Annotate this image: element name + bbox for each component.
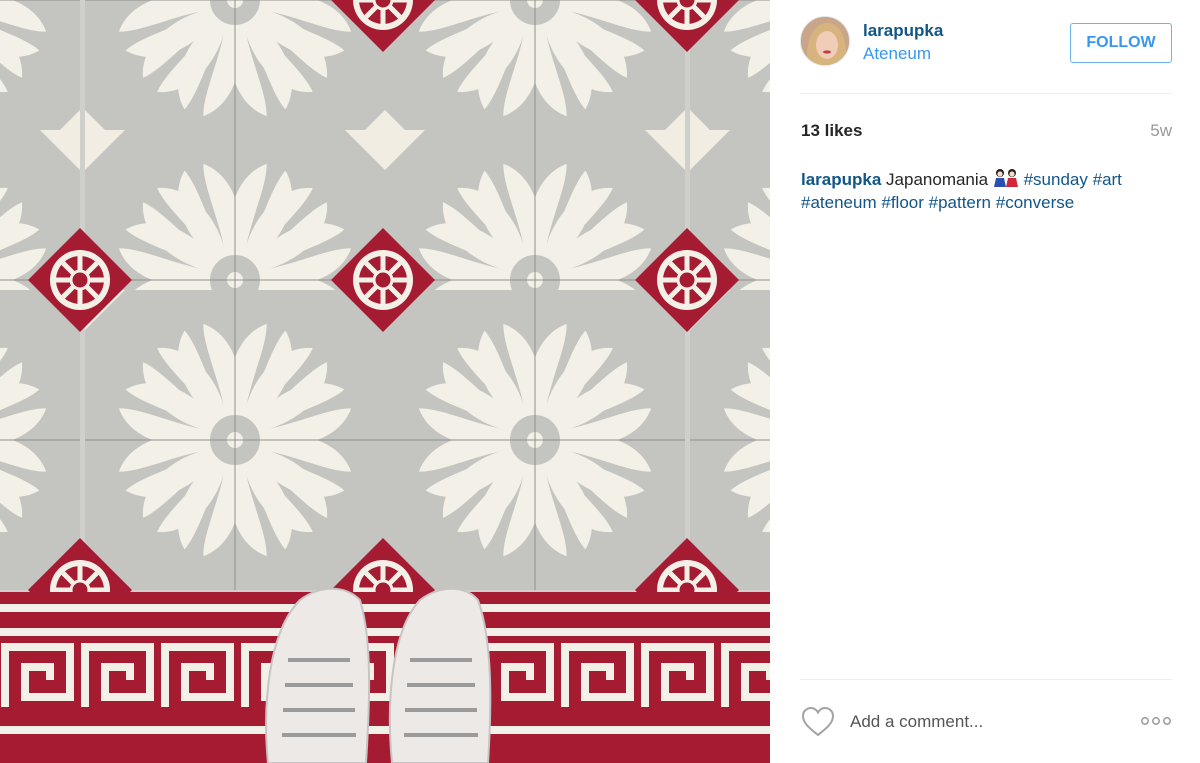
caption-text: Japanomania: [886, 170, 989, 189]
avatar-image: [801, 17, 849, 65]
comment-divider: [800, 679, 1172, 680]
hashtag-link[interactable]: #ateneum: [801, 193, 877, 212]
header-divider: [800, 93, 1172, 94]
hashtag-link[interactable]: #art: [1093, 170, 1122, 189]
hashtag-link[interactable]: #floor: [881, 193, 924, 212]
japanese-dolls-emoji-icon: [993, 169, 1018, 187]
user-block: larapupka Ateneum: [863, 21, 943, 64]
post-caption: larapupka Japanomania #sunday #art #aten…: [801, 168, 1161, 214]
post-sidebar: larapupka Ateneum FOLLOW 13 likes 5w lar…: [770, 0, 1200, 763]
post-header: larapupka Ateneum FOLLOW: [800, 16, 1172, 72]
username-link[interactable]: larapupka: [863, 21, 943, 41]
hashtag-link[interactable]: #sunday: [1024, 170, 1088, 189]
post-photo[interactable]: [0, 0, 770, 763]
follow-button[interactable]: FOLLOW: [1070, 23, 1172, 63]
likes-row: 13 likes 5w: [801, 121, 1172, 143]
hashtag-link[interactable]: #pattern: [929, 193, 991, 212]
location-link[interactable]: Ateneum: [863, 44, 943, 64]
avatar[interactable]: [800, 16, 850, 66]
more-options-icon[interactable]: [1140, 714, 1172, 728]
post-time[interactable]: 5w: [1150, 121, 1172, 141]
heart-icon[interactable]: [800, 706, 836, 738]
comment-input[interactable]: [850, 710, 1120, 734]
hashtag-link[interactable]: #converse: [996, 193, 1074, 212]
comment-row: [800, 702, 1172, 742]
likes-count[interactable]: 13 likes: [801, 121, 862, 141]
floor-tile-photo: [0, 0, 770, 763]
caption-username[interactable]: larapupka: [801, 170, 881, 189]
